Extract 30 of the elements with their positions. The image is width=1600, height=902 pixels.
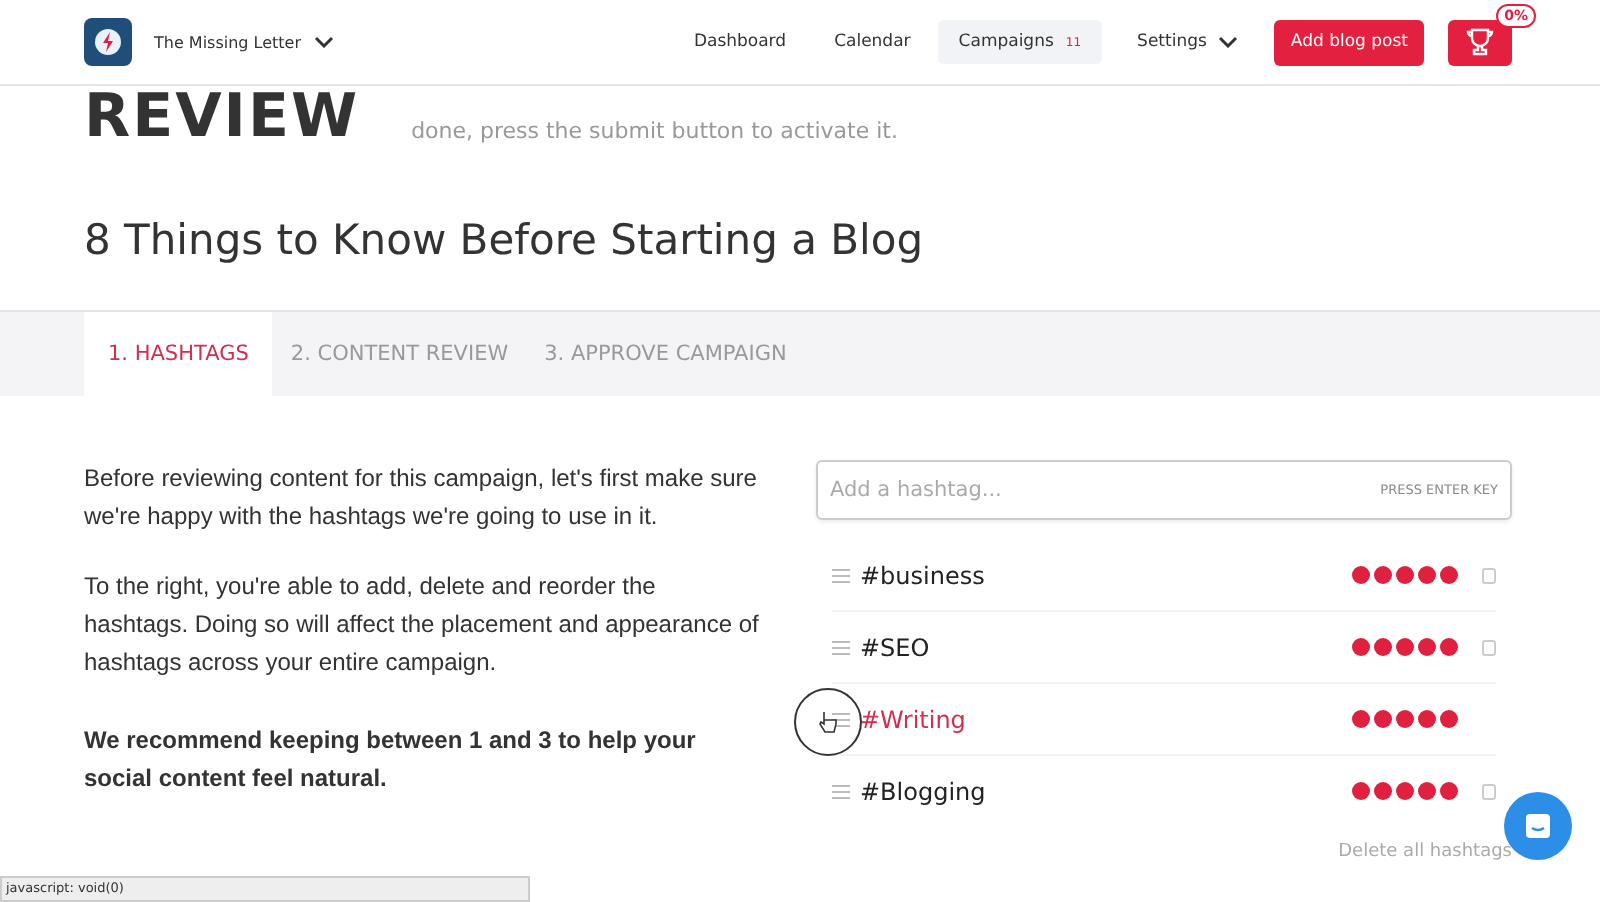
logo-icon[interactable] <box>84 18 132 66</box>
intro-text: done, press the submit button to activate it. <box>411 118 898 148</box>
tab[interactable]: 1. HASHTAGS <box>84 312 273 396</box>
hashtag-label[interactable]: #business <box>860 561 1352 589</box>
hashtag-label[interactable]: #SEO <box>860 633 1352 661</box>
hashtag-label[interactable]: #Writing <box>860 705 1352 733</box>
page-heading: REVIEW <box>84 84 360 152</box>
paragraph: To the right, you're able to add, delete and reorder the hashtags. Doing so will affect the placement and appearance of hashtags across your entire campaign. <box>84 570 761 680</box>
paragraph: We recommend keeping between 1 and 3 to help your social content feel natural. <box>84 724 698 796</box>
cursor-icon <box>794 688 862 756</box>
trash-icon[interactable] <box>1482 638 1496 656</box>
drag-handle-icon[interactable] <box>832 639 850 655</box>
hashtag-label[interactable]: #Blogging <box>860 777 1352 805</box>
nav-link[interactable]: Dashboard <box>673 20 807 64</box>
drag-handle-icon[interactable] <box>832 783 850 799</box>
trophy-button[interactable] <box>1448 19 1512 65</box>
drag-handle-icon[interactable] <box>832 711 850 727</box>
add-blog-post-button[interactable]: Add blog post <box>1274 19 1424 65</box>
brand-dropdown[interactable]: The Missing Letter <box>154 33 334 51</box>
post-title: 8 Things to Know Before Starting a Blog <box>82 214 926 264</box>
drag-handle-icon[interactable] <box>832 567 850 583</box>
trash-icon[interactable] <box>1482 566 1496 584</box>
trophy-icon <box>1466 28 1494 56</box>
trash-icon[interactable] <box>1482 782 1496 800</box>
paragraph: Before reviewing content for this campaign, let's first make sure we're happy with the hashtags we're going to use in it. <box>84 462 759 534</box>
nav-link[interactable]: Calendar <box>814 20 931 64</box>
chat-icon <box>1524 812 1552 840</box>
settings-menu[interactable]: Settings <box>1117 20 1259 64</box>
chevron-down-icon <box>1218 36 1239 48</box>
chevron-down-icon <box>313 36 334 48</box>
